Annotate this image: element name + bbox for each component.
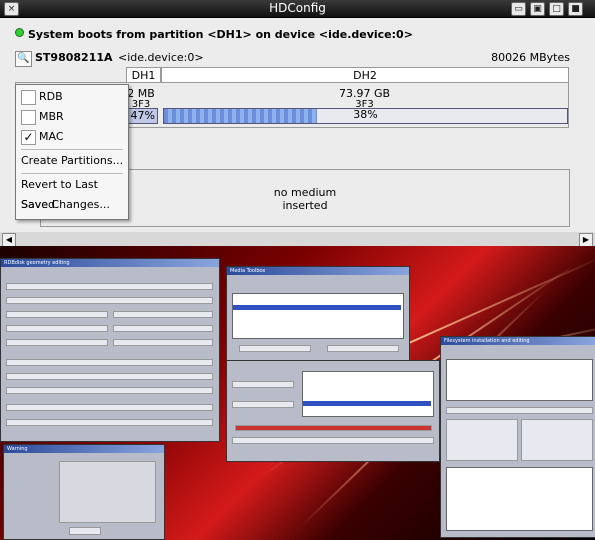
save-changes-item[interactable]: Save Changes... bbox=[16, 195, 128, 215]
mbr-checkbox[interactable] bbox=[21, 110, 36, 125]
boot-led-icon bbox=[15, 28, 24, 37]
zoom-icon[interactable]: □ bbox=[549, 2, 564, 16]
close-icon[interactable]: × bbox=[4, 2, 19, 16]
dh1-usage: 47% bbox=[130, 109, 155, 122]
iconify-icon[interactable]: ▣ bbox=[530, 2, 545, 16]
desktop-background: RDBdisk geometry editing Warning Media T… bbox=[0, 246, 595, 540]
depth-back-icon[interactable]: ■ bbox=[568, 2, 583, 16]
boot-status-text: System boots from partition <DH1> on dev… bbox=[28, 28, 413, 41]
screenshot-filesystem-editor: Filesystem installation and editing bbox=[440, 336, 595, 538]
screenshot-warning-dialog: Warning bbox=[3, 444, 165, 540]
menu-item-mbr[interactable]: MBR bbox=[16, 107, 128, 127]
screenshot-rdb-editor: RDBdisk geometry editing bbox=[0, 258, 220, 442]
menu-item-rdb[interactable]: RDB bbox=[16, 87, 128, 107]
menu-item-mac[interactable]: ✓ MAC bbox=[16, 127, 128, 147]
drive-name: ST9808211A bbox=[35, 51, 113, 64]
scroll-right-icon[interactable]: ▶ bbox=[579, 233, 593, 247]
create-partitions-item[interactable]: Create Partitions... bbox=[16, 151, 128, 171]
hdconfig-window: HDConfig × ▭ ▣ □ ■ System boots from par… bbox=[0, 0, 595, 247]
media-toolbox-title: Media Toolbox bbox=[227, 267, 409, 275]
dh2-usage: 38% bbox=[353, 108, 378, 121]
revert-item[interactable]: Revert to Last Saved bbox=[16, 175, 128, 211]
warning-dialog-title: Warning bbox=[4, 445, 164, 453]
screenshot-partition-editor bbox=[226, 360, 440, 462]
horizontal-scrollbar[interactable]: ◀ ▶ bbox=[0, 232, 595, 247]
scroll-left-icon[interactable]: ◀ bbox=[2, 233, 16, 247]
partition-type-menu: RDB MBR ✓ MAC Create Partitions... Rever… bbox=[15, 84, 129, 220]
depth-icon[interactable]: ▭ bbox=[511, 2, 526, 16]
screenshot-media-toolbox: Media Toolbox bbox=[226, 266, 410, 368]
drive-capacity: 80026 MBytes bbox=[491, 51, 570, 64]
boot-status: System boots from partition <DH1> on dev… bbox=[15, 28, 413, 41]
window-title: HDConfig bbox=[269, 1, 326, 15]
mac-checkbox[interactable]: ✓ bbox=[21, 130, 36, 145]
filesystem-editor-title: Filesystem installation and editing bbox=[441, 337, 595, 345]
rdb-checkbox[interactable] bbox=[21, 90, 36, 105]
device-name: <ide.device:0> bbox=[118, 51, 204, 64]
rdb-editor-title: RDBdisk geometry editing bbox=[1, 259, 219, 267]
title-bar[interactable]: HDConfig × ▭ ▣ □ ■ bbox=[0, 0, 595, 18]
drive-search-button[interactable]: 🔍 bbox=[15, 51, 32, 67]
